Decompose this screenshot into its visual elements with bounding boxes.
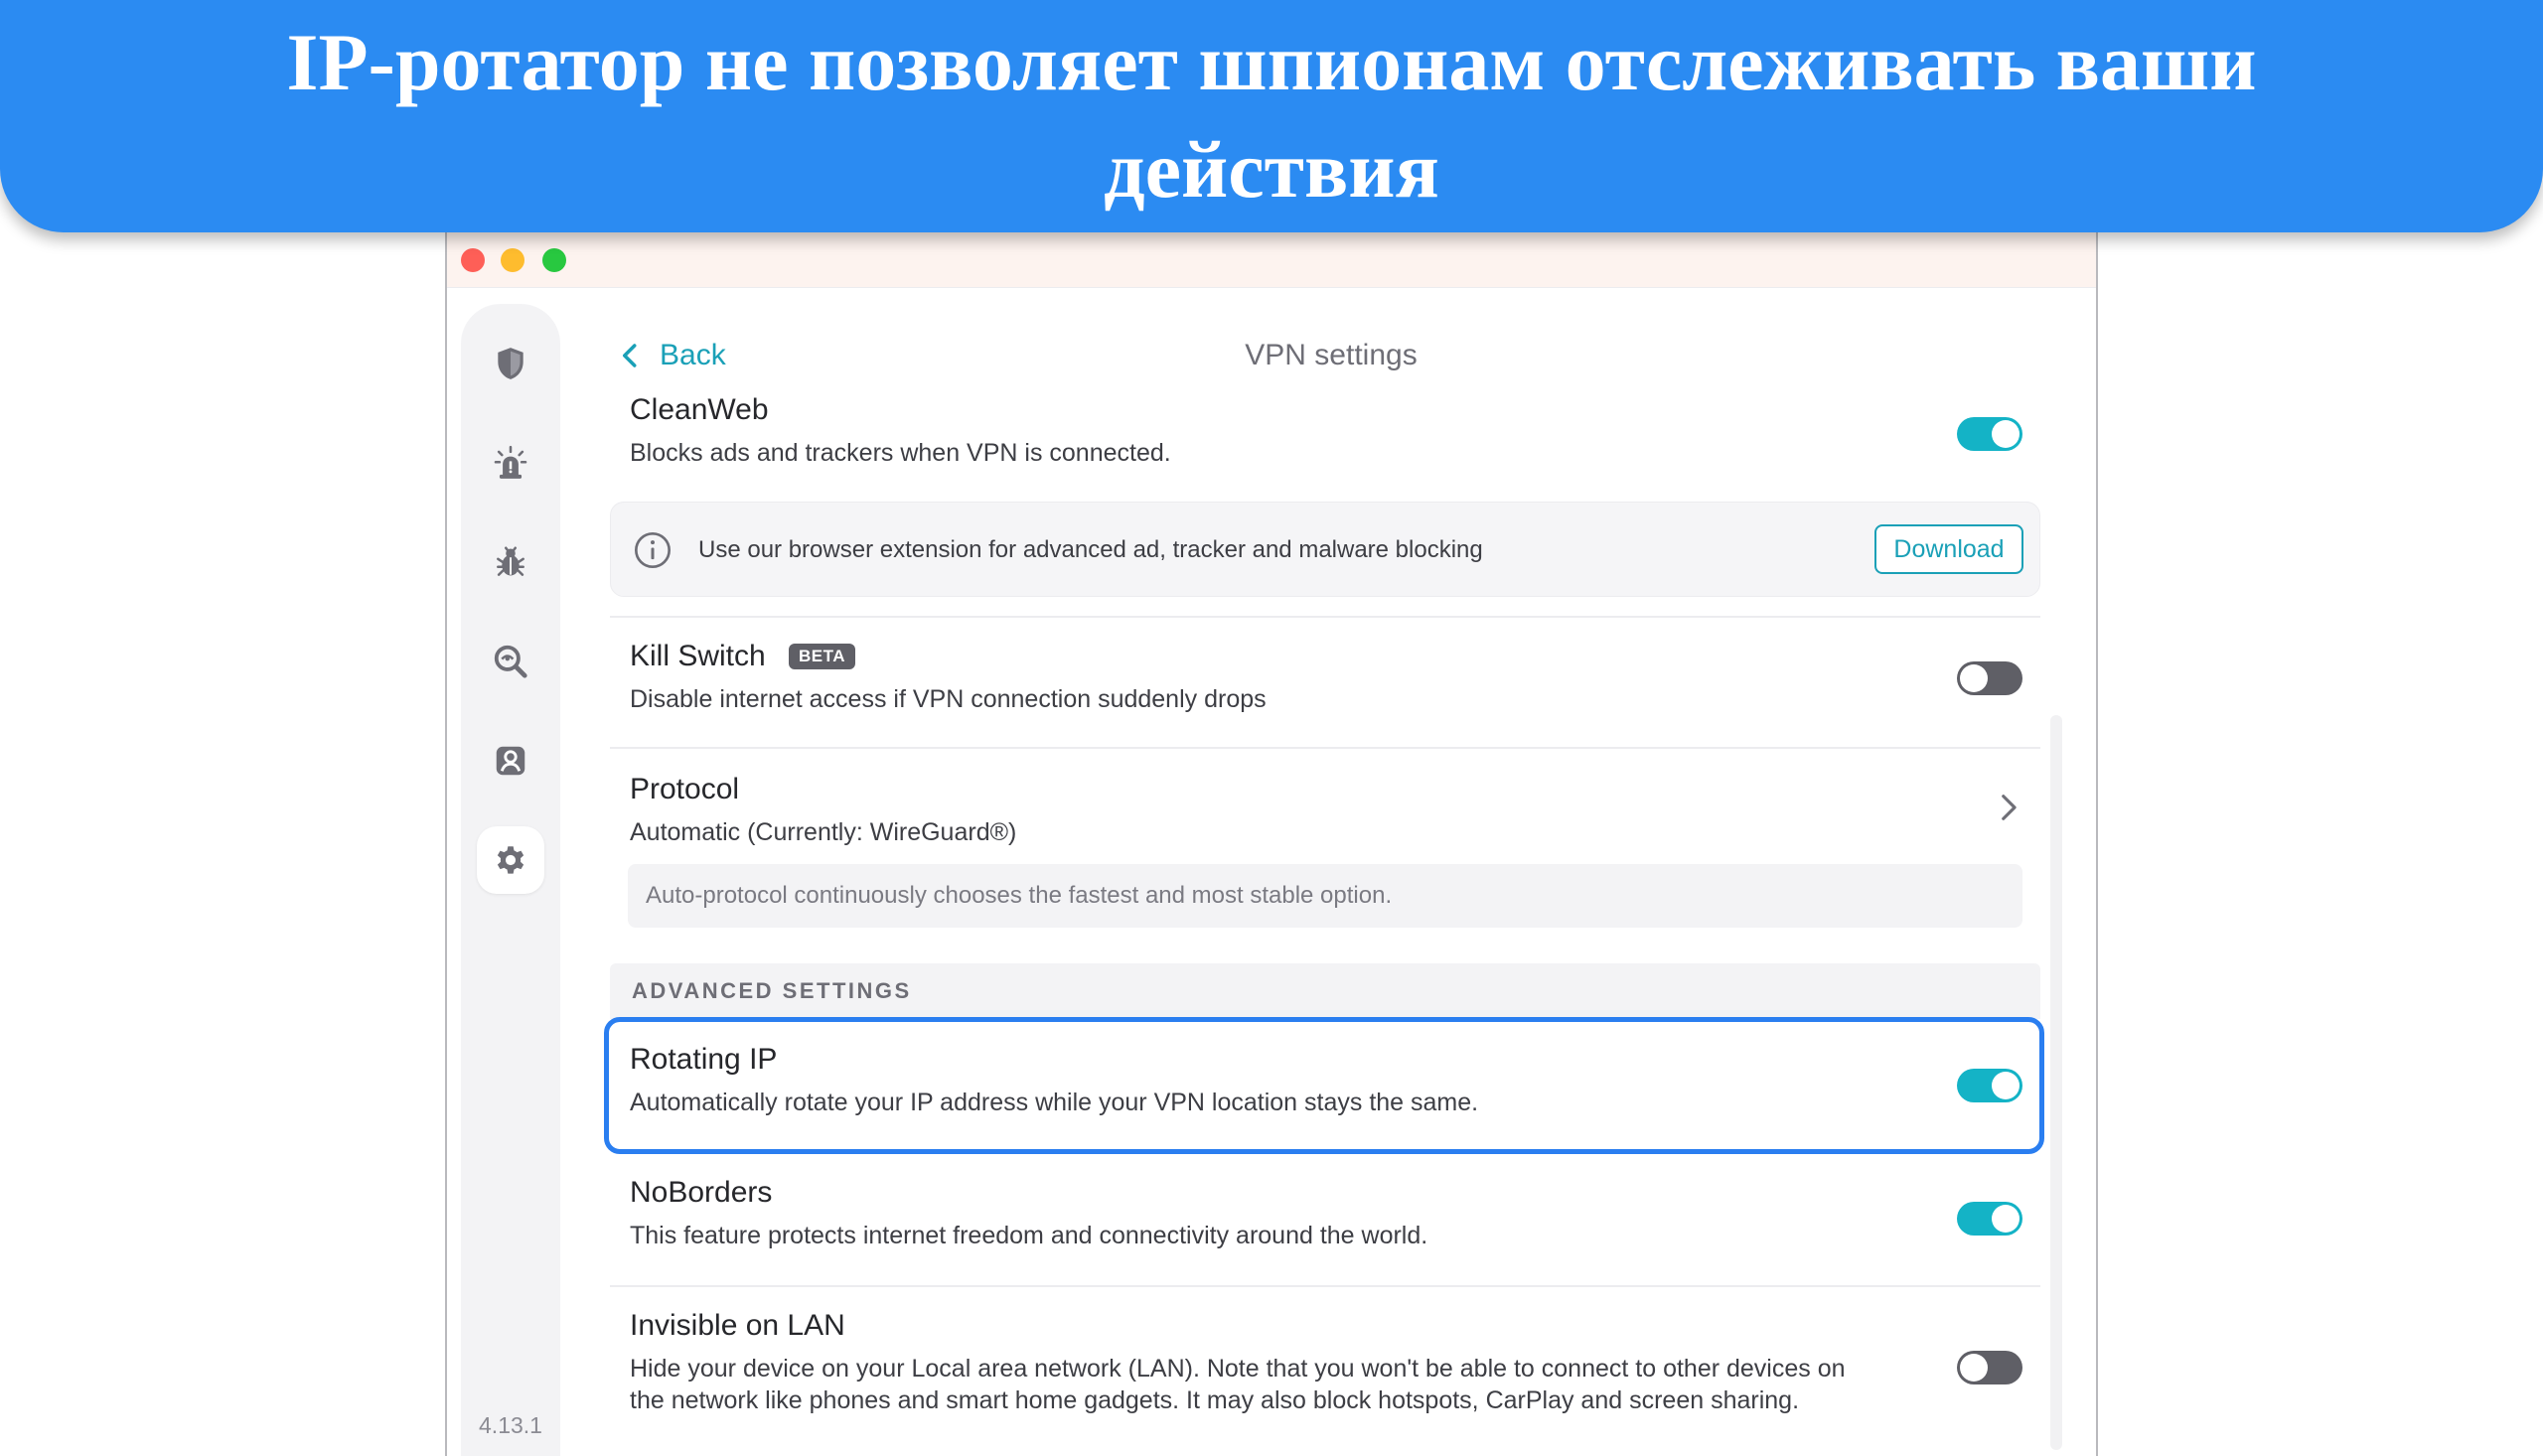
noborders-description: This feature protects internet freedom a… xyxy=(630,1222,1428,1249)
app-window: 4.13.1 VPN settings Back CleanWeb Blocks… xyxy=(445,199,2098,1456)
zoom-window-button[interactable] xyxy=(542,248,566,272)
settings-header: VPN settings Back xyxy=(616,328,2046,383)
advanced-settings-header: ADVANCED SETTINGS xyxy=(610,963,2040,1019)
promo-banner: IP-ротатор не позволяет шпионам отслежив… xyxy=(0,0,2543,232)
alert-icon xyxy=(494,445,527,479)
user-icon xyxy=(496,746,525,776)
invisible-lan-description-line1: Hide your device on your Local area netw… xyxy=(630,1355,1846,1383)
rotating-ip-toggle[interactable] xyxy=(1957,1069,2022,1102)
bug-icon xyxy=(497,546,524,576)
cleanweb-toggle[interactable] xyxy=(1957,417,2022,451)
cleanweb-description: Blocks ads and trackers when VPN is conn… xyxy=(630,439,1171,467)
sidebar-item-account[interactable] xyxy=(477,727,544,795)
sidebar-item-antivirus[interactable] xyxy=(477,528,544,596)
invisible-lan-title: Invisible on LAN xyxy=(630,1309,845,1342)
chevron-left-icon xyxy=(623,344,637,367)
sidebar-item-alert[interactable] xyxy=(477,429,544,497)
chevron-right-icon[interactable] xyxy=(1991,791,2024,824)
sidebar-item-vpn[interactable] xyxy=(477,330,544,397)
noborders-toggle[interactable] xyxy=(1957,1202,2022,1236)
download-extension-button[interactable]: Download xyxy=(1874,524,2023,574)
search-alert-icon xyxy=(494,645,527,678)
noborders-title: NoBorders xyxy=(630,1176,773,1209)
rotating-ip-title: Rotating IP xyxy=(630,1043,778,1076)
protocol-description: Automatic (Currently: WireGuard®) xyxy=(630,818,1017,846)
invisible-lan-toggle[interactable] xyxy=(1957,1351,2022,1384)
rotating-ip-highlight xyxy=(604,1017,2044,1154)
kill-switch-title: Kill Switch xyxy=(630,640,766,672)
close-window-button[interactable] xyxy=(461,248,485,272)
shield-icon xyxy=(498,348,524,379)
banner-title: IP-ротатор не позволяет шпионам отслежив… xyxy=(286,17,2257,215)
back-label: Back xyxy=(660,339,726,371)
protocol-hint: Auto-protocol continuously chooses the f… xyxy=(628,864,2022,928)
sidebar: 4.13.1 xyxy=(461,304,560,1456)
minimize-window-button[interactable] xyxy=(501,248,524,272)
protocol-title[interactable]: Protocol xyxy=(630,773,739,806)
info-icon xyxy=(635,532,671,568)
scrollbar[interactable] xyxy=(2050,715,2062,1450)
page-title: VPN settings xyxy=(1245,339,1418,371)
divider xyxy=(610,747,2040,749)
sidebar-item-search-alert[interactable] xyxy=(477,628,544,695)
divider xyxy=(610,616,2040,618)
extension-info-text: Use our browser extension for advanced a… xyxy=(698,536,1483,563)
beta-badge: BETA xyxy=(789,644,856,669)
kill-switch-toggle[interactable] xyxy=(1957,661,2022,695)
sidebar-item-settings[interactable] xyxy=(477,826,544,894)
app-version: 4.13.1 xyxy=(479,1412,542,1438)
extension-info-box: Use our browser extension for advanced a… xyxy=(610,502,2040,597)
divider xyxy=(610,1285,2040,1287)
gear-icon xyxy=(497,846,524,874)
invisible-lan-description-line2: the network like phones and smart home g… xyxy=(630,1386,1800,1414)
cleanweb-title: CleanWeb xyxy=(630,393,769,426)
kill-switch-description: Disable internet access if VPN connectio… xyxy=(630,685,1267,713)
rotating-ip-description: Automatically rotate your IP address whi… xyxy=(630,1089,1479,1116)
back-button[interactable]: Back xyxy=(616,328,726,383)
